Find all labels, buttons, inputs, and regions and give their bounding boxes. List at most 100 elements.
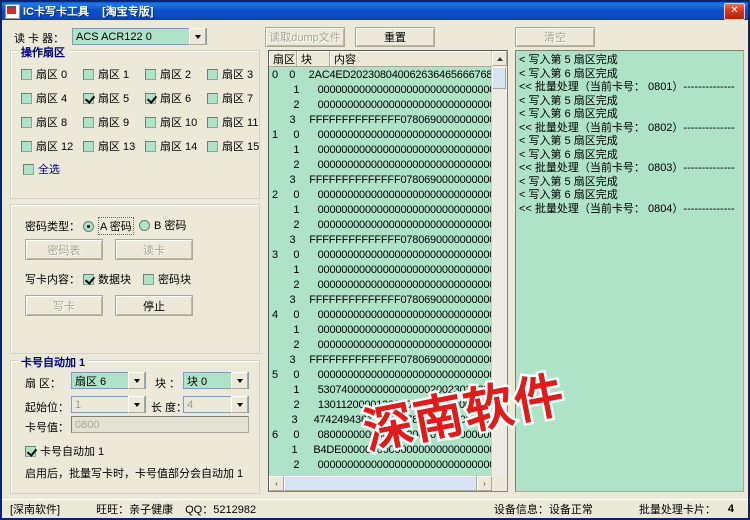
grid-horizontal-scrollbar[interactable]: ‹ › xyxy=(269,475,492,491)
chevron-down-icon[interactable] xyxy=(231,372,248,389)
table-row[interactable]: 2 00000000000000000000000000000000 xyxy=(269,217,507,232)
log-line: < 写入第 6 扇区完成 xyxy=(519,108,618,120)
cell-content: 00000000000000000000000000000000 xyxy=(317,248,507,261)
table-row[interactable]: 1 00000000000000000000000000000000 xyxy=(269,322,507,337)
cell-content: 00000000000000000000000000000000 xyxy=(317,203,507,216)
password-type-label: 密码类型： xyxy=(25,221,80,233)
password-table-button[interactable]: 密码表 xyxy=(25,239,103,260)
table-row[interactable]: 1 B4DE0000000000000000000000000000 xyxy=(269,442,507,457)
grid-vscroll-thumb[interactable] xyxy=(492,67,506,89)
grid-header-content[interactable]: 内容 xyxy=(330,51,507,66)
sector-checkbox-10[interactable]: 扇区 10 xyxy=(145,114,197,130)
table-row[interactable]: 1 00000000000000000000000000000000 xyxy=(269,202,507,217)
cell-sector: 5 xyxy=(272,368,279,381)
cell-content: 00000000000000000000000000000000 xyxy=(317,338,507,351)
table-row[interactable]: 2 00000000000000000000000000000000 xyxy=(269,157,507,172)
grid-scroll-corner xyxy=(492,476,507,491)
table-row[interactable]: 3 FFFFFFFFFFFFFF078069000000000000 xyxy=(269,292,507,307)
data-block-checkbox[interactable]: 数据块 xyxy=(83,271,131,287)
sector-checkbox-12[interactable]: 扇区 12 xyxy=(21,138,73,154)
sector-checkbox-15[interactable]: 扇区 15 xyxy=(207,138,259,154)
chevron-down-icon[interactable] xyxy=(128,372,145,389)
close-icon[interactable]: ✕ xyxy=(724,2,745,20)
table-row[interactable]: 2 00000000000000000000000000000000 xyxy=(269,97,507,112)
log-panel[interactable]: < 写入第 5 扇区完成 < 写入第 6 扇区完成 << 批量处理（当前卡号： 08… xyxy=(515,50,744,492)
sector-checkbox-9[interactable]: 扇区 9 xyxy=(83,114,129,130)
read-dump-button[interactable]: 读取dump文件 xyxy=(265,27,345,47)
scroll-right-icon[interactable]: › xyxy=(477,476,492,491)
sector-checkbox-box-14 xyxy=(145,140,156,152)
table-row[interactable]: 2 00000000000000000000000000000000 xyxy=(269,277,507,292)
clear-button[interactable]: 清空 xyxy=(515,27,595,47)
table-row[interactable]: 6 0 08000000000000020000000000000000 xyxy=(269,427,507,442)
reset-button[interactable]: 重置 xyxy=(355,27,435,47)
table-row[interactable]: 1 00000000000000000000000000000000 xyxy=(269,142,507,157)
table-row[interactable]: 2 00000000000000000000000000000000 xyxy=(269,457,507,472)
cell-block: 2 xyxy=(293,398,300,411)
cell-sector: 0 xyxy=(272,68,279,81)
table-row[interactable]: 3 FFFFFFFFFFFFFF078069000000000000 xyxy=(269,112,507,127)
autoinc-length-value: 4 xyxy=(187,398,194,411)
sector-checkbox-4[interactable]: 扇区 4 xyxy=(21,90,67,106)
sector-checkbox-13[interactable]: 扇区 13 xyxy=(83,138,135,154)
table-row[interactable]: 2 00000000000000000000000000000000 xyxy=(269,337,507,352)
autoinc-sector-value: 扇区 6 xyxy=(75,375,107,388)
sector-checkbox-box-0 xyxy=(21,68,32,80)
table-row[interactable]: 1 00000000000000000000000000000000 xyxy=(269,82,507,97)
data-block-label: 数据块 xyxy=(98,274,131,286)
autoinc-start-label: 起始位： xyxy=(25,402,69,414)
table-row[interactable]: 3 0 00000000000000000000000000000000 xyxy=(269,247,507,262)
reader-select[interactable]: ACS ACR122 0 xyxy=(72,28,207,45)
scroll-up-icon[interactable] xyxy=(492,51,507,66)
table-row[interactable]: 3 FFFFFFFFFFFFFF078069000000000000 xyxy=(269,352,507,367)
cell-content: FFFFFFFFFFFFFF078069000000000000 xyxy=(309,173,507,186)
table-row[interactable]: 1 0 00000000000000000000000000000000 xyxy=(269,127,507,142)
scroll-left-icon[interactable]: ‹ xyxy=(269,476,284,491)
grid-header-sector[interactable]: 扇区 xyxy=(269,51,297,66)
sector-checkbox-14[interactable]: 扇区 14 xyxy=(145,138,197,154)
chevron-down-icon[interactable] xyxy=(128,396,145,413)
sector-checkbox-5[interactable]: 扇区 5 xyxy=(83,90,129,106)
table-row[interactable]: 2 0 00000000000000000000000000000000 xyxy=(269,187,507,202)
password-b-radio[interactable]: B 密码 xyxy=(139,217,186,233)
chevron-down-icon[interactable] xyxy=(231,396,248,413)
cell-sector: 6 xyxy=(272,428,279,441)
cell-content: 00000000000000000000000000000000 xyxy=(317,128,507,141)
sector-checkbox-11[interactable]: 扇区 11 xyxy=(207,114,258,130)
sector-checkbox-6[interactable]: 扇区 6 xyxy=(145,90,191,106)
card-number-input[interactable]: 0800 xyxy=(71,416,249,433)
table-row[interactable]: 3 FFFFFFFFFFFFFF078069000000000000 xyxy=(269,172,507,187)
table-row[interactable]: 5 0 00000000000000000000000000000000 xyxy=(269,367,507,382)
block-data-grid[interactable]: 扇区 块 内容 0 0 2AC4ED202308040062636465666768… xyxy=(268,50,508,492)
auto-increment-checkbox[interactable]: 卡号自动加 1 xyxy=(25,443,104,459)
table-row[interactable]: 3 FFFFFFFFFFFFFF078069000000000000 xyxy=(269,232,507,247)
password-a-radio[interactable]: A 密码 xyxy=(83,217,134,235)
grid-header-block[interactable]: 块 xyxy=(297,51,330,66)
select-all-checkbox[interactable]: 全选 xyxy=(23,161,60,177)
autoinc-block-select[interactable]: 块 0 xyxy=(183,372,249,389)
table-row[interactable]: 1 00000000000000000000000000000000 xyxy=(269,262,507,277)
autoinc-sector-select[interactable]: 扇区 6 xyxy=(71,372,146,389)
cell-block: 3 xyxy=(289,173,296,186)
grid-vertical-scrollbar[interactable] xyxy=(491,51,507,476)
read-card-button[interactable]: 读卡 xyxy=(115,239,193,260)
table-row[interactable]: 1 53074000000000000002002303022100 xyxy=(269,382,507,397)
log-line: < 写入第 6 扇区完成 xyxy=(519,189,618,201)
sector-checkbox-8[interactable]: 扇区 8 xyxy=(21,114,67,130)
autoinc-start-select[interactable]: 1 xyxy=(71,396,146,413)
password-block-checkbox[interactable]: 密码块 xyxy=(143,271,191,287)
sector-checkbox-1[interactable]: 扇区 1 xyxy=(83,66,129,82)
table-row[interactable]: 0 0 2AC4ED202308040062636465666768 69 xyxy=(269,67,507,82)
sector-checkbox-2[interactable]: 扇区 2 xyxy=(145,66,191,82)
sector-checkbox-3[interactable]: 扇区 3 xyxy=(207,66,253,82)
sector-checkbox-7[interactable]: 扇区 7 xyxy=(207,90,253,106)
autoinc-length-select[interactable]: 4 xyxy=(183,396,249,413)
chevron-down-icon[interactable] xyxy=(189,28,206,45)
grid-hscroll-thumb[interactable] xyxy=(284,476,477,491)
table-row[interactable]: 2 13011200001308200900000000007F00 xyxy=(269,397,507,412)
stop-button[interactable]: 停止 xyxy=(115,295,193,316)
write-card-button[interactable]: 写卡 xyxy=(25,295,103,316)
table-row[interactable]: 3 47424943613 8FF078000000000000000 xyxy=(269,412,507,427)
sector-checkbox-0[interactable]: 扇区 0 xyxy=(21,66,67,82)
table-row[interactable]: 4 0 00000000000000000000000000000000 xyxy=(269,307,507,322)
